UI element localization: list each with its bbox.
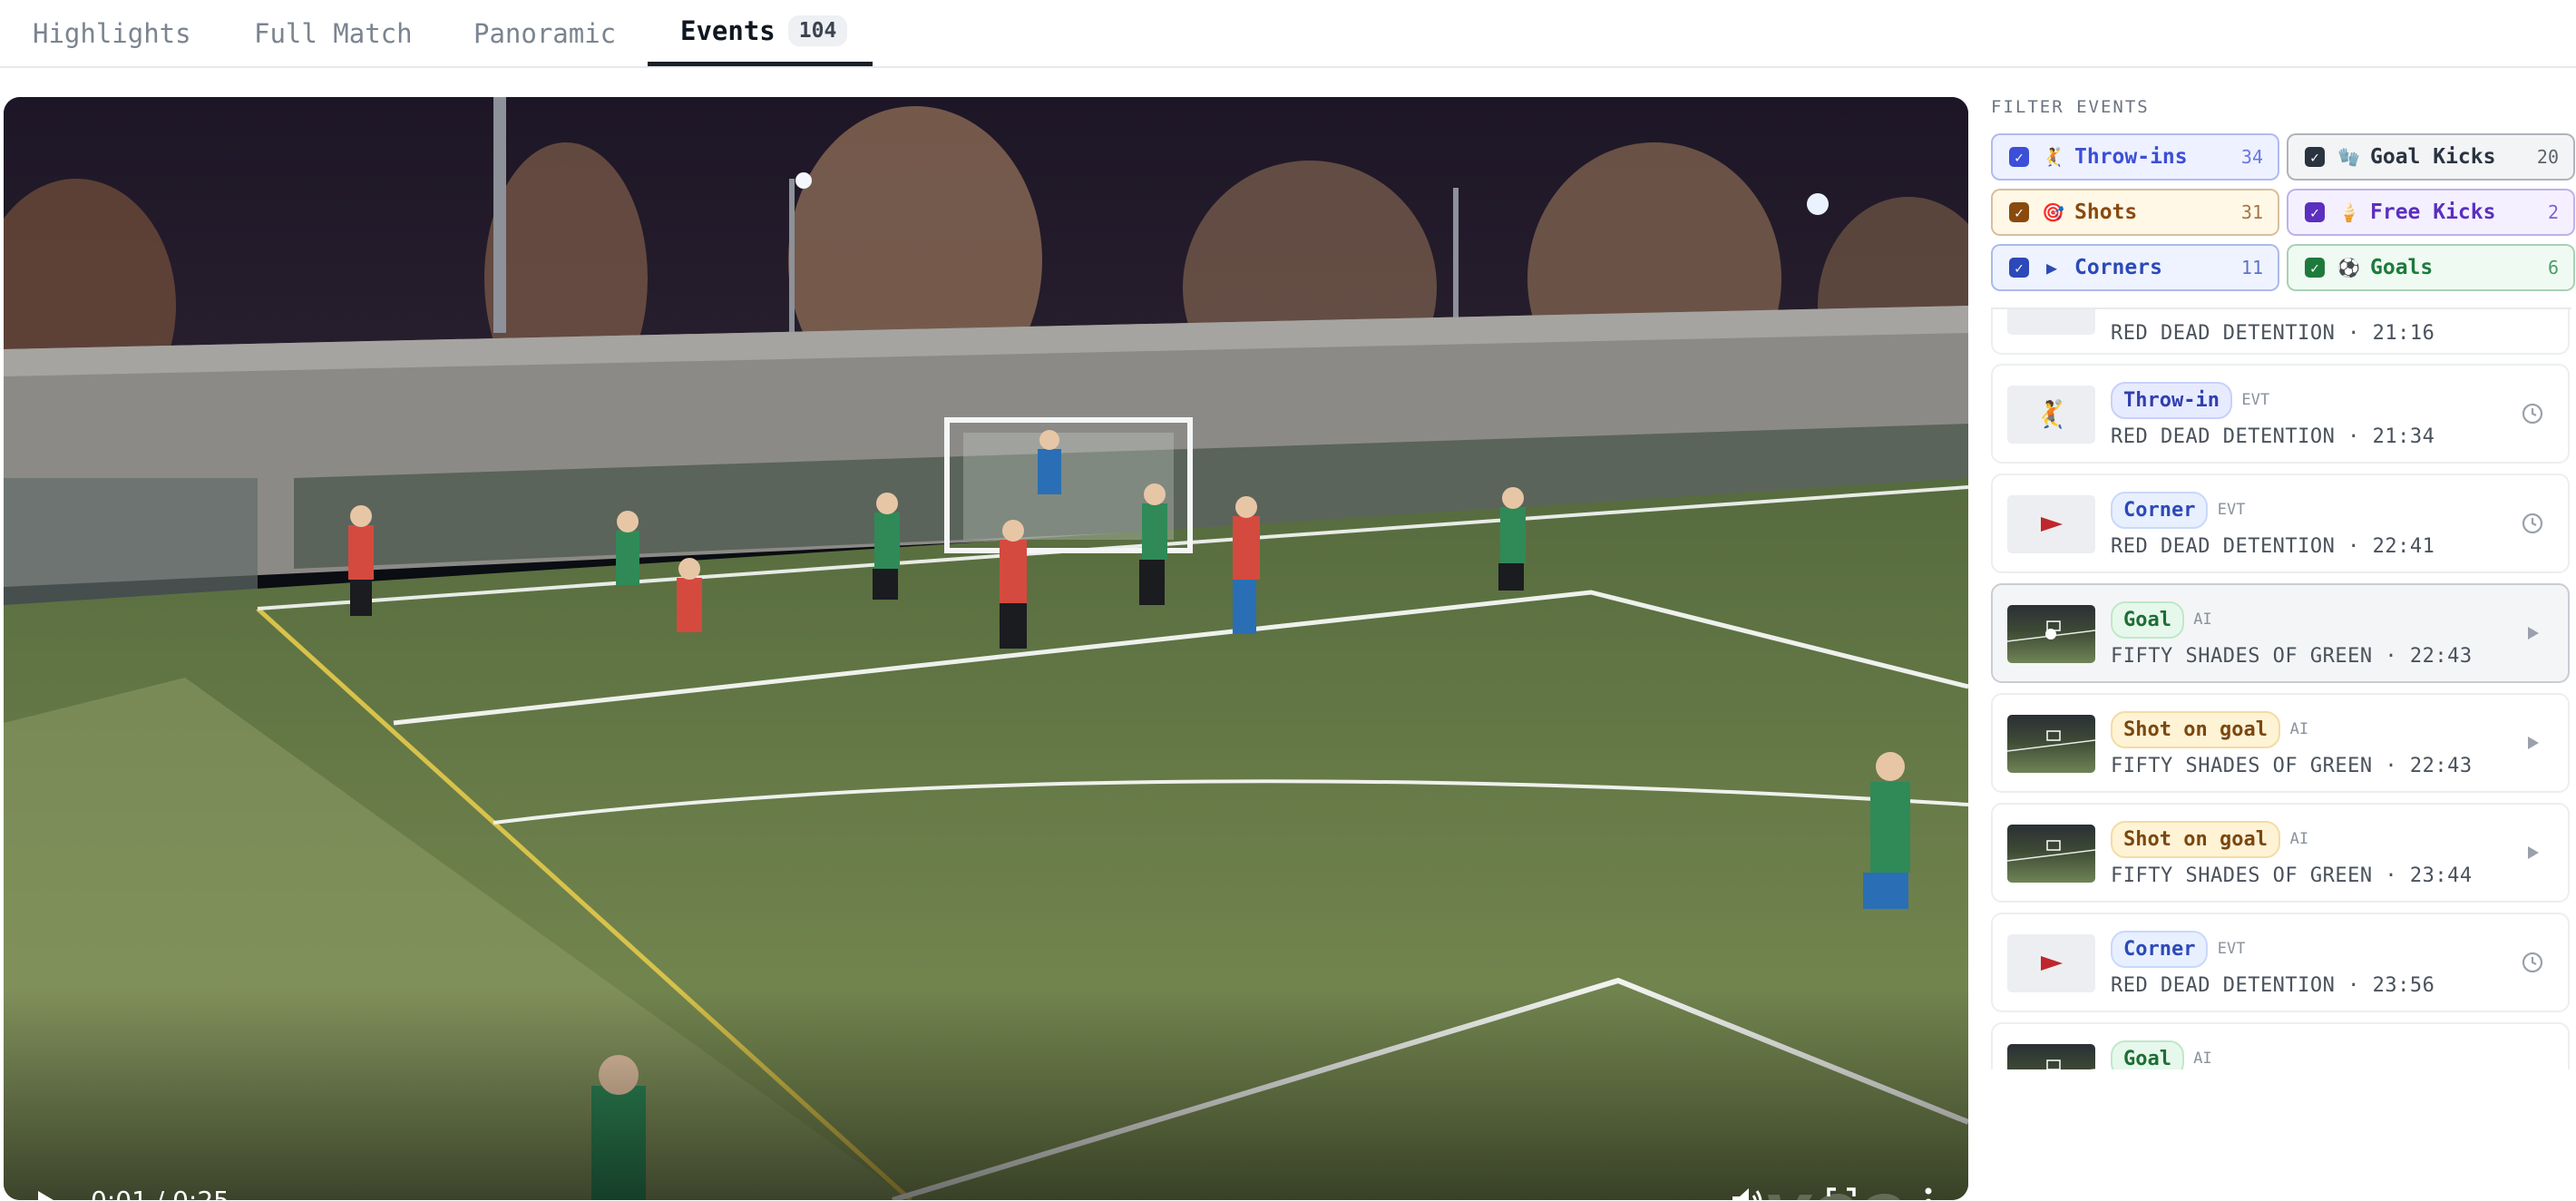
filter-chip-label: Corners [2074,256,2162,279]
tab-bar: Highlights Full Match Panoramic Events 1… [0,0,2576,68]
match-video-frame [4,97,1968,1200]
tab-label: Panoramic [473,17,617,49]
play-icon[interactable] [2521,731,2544,755]
filter-chip-shots[interactable]: ✓ 🎯 Shots 31 [1991,189,2279,236]
filter-chip-goals[interactable]: ✓ ⚽ Goals 6 [2287,244,2575,291]
event-source-tag: EVT [2217,940,2246,958]
event-card[interactable]: Shot on goal AI FIFTY SHADES OF GREEN · 22… [1991,693,2570,793]
clock-icon[interactable] [2521,402,2544,425]
filter-chip-free-kicks[interactable]: ✓ 🍦 Free Kicks 2 [2287,189,2575,236]
tab-events[interactable]: Events 104 [648,0,873,66]
event-card[interactable]: Shot on goal AI FIFTY SHADES OF GREEN · 23… [1991,803,2570,903]
video-time: 0:01 / 0:25 [91,1186,229,1200]
filter-chip-label: Throw-ins [2074,145,2188,169]
event-team-time: FIFTY SHADES OF GREEN · 22:43 [2111,645,2473,668]
video-thumbnail [2007,605,2095,663]
event-card[interactable]: Goal AI FIFTY SHADES OF GREEN · 22:43 [1991,583,2570,683]
checkbox-checked-icon[interactable]: ✓ [2009,147,2029,167]
volume-icon[interactable] [1729,1184,1765,1200]
checkbox-checked-icon[interactable]: ✓ [2305,202,2325,222]
event-type-badge: Shot on goal [2111,821,2280,858]
tab-label: Highlights [33,17,191,49]
fullscreen-icon[interactable] [1823,1184,1859,1200]
filter-chip-throw-ins[interactable]: ✓ 🤾 Throw-ins 34 [1991,133,2279,181]
event-source-tag: AI [2193,1050,2212,1068]
tab-full-match[interactable]: Full Match [221,0,445,66]
filter-chip-count: 31 [2240,201,2263,223]
corner-flag-icon: ▶ [2045,257,2058,278]
clock-icon[interactable] [2521,512,2544,535]
play-icon[interactable] [2521,621,2544,645]
video-thumbnail [2007,715,2095,773]
event-type-badge: Goal [2111,601,2184,639]
event-card[interactable]: 🤾 Throw-in EVT RED DEAD DETENTION · 21:34 [1991,364,2570,464]
event-card[interactable]: Corner EVT RED DEAD DETENTION · 23:56 [1991,913,2570,1012]
event-type-badge: Corner [2111,931,2209,968]
event-team-time: RED DEAD DETENTION · 21:16 [2111,322,2435,345]
play-icon[interactable] [2521,841,2544,864]
tab-label: Events [680,15,776,46]
events-count-badge: 104 [787,15,848,46]
event-type-badge: Throw-in [2111,382,2232,419]
filter-chip-goal-kicks[interactable]: ✓ 🧤 Goal Kicks 20 [2287,133,2575,181]
throw-in-icon: 🤾 [2042,146,2064,168]
video-player[interactable]: veo 0:01 / 0:25 [4,97,1968,1200]
video-thumbnail [2007,825,2095,883]
event-type-badge: Goal [2111,1040,2184,1069]
tab-highlights[interactable]: Highlights [0,0,224,66]
event-team-time: RED DEAD DETENTION · 22:41 [2111,535,2435,558]
event-type-badge: Corner [2111,492,2209,529]
corner-flag-icon [2007,934,2095,992]
event-team-time: RED DEAD DETENTION · 21:34 [2111,425,2435,448]
filter-chip-label: Free Kicks [2370,200,2496,224]
event-team-time: FIFTY SHADES OF GREEN · 23:44 [2111,864,2473,887]
tab-panoramic[interactable]: Panoramic [441,0,649,66]
shot-icon: 🎯 [2042,201,2064,223]
event-card[interactable]: Corner EVT RED DEAD DETENTION · 22:41 [1991,474,2570,573]
filter-events-title: FILTER EVENTS [1991,97,2150,117]
event-source-tag: AI [2193,610,2212,629]
filter-chip-count: 2 [2547,201,2559,223]
event-card[interactable]: RED DEAD DETENTION · 21:16 [1991,309,2570,355]
corner-flag-icon [2007,495,2095,553]
filter-chip-label: Goal Kicks [2370,145,2496,169]
event-team-time: RED DEAD DETENTION · 23:56 [2111,974,2435,997]
filter-chip-count: 34 [2240,146,2263,168]
checkbox-checked-icon[interactable]: ✓ [2305,147,2325,167]
event-source-tag: AI [2289,720,2309,738]
clock-icon[interactable] [2521,951,2544,974]
play-icon[interactable] [38,1191,58,1200]
filter-chip-count: 11 [2240,257,2263,278]
event-team-time: FIFTY SHADES OF GREEN · 22:43 [2111,755,2473,777]
more-options-icon[interactable] [1910,1184,1947,1200]
event-card[interactable]: Goal AI [1991,1022,2570,1069]
filter-chip-label: Shots [2074,200,2138,224]
event-source-tag: EVT [2241,391,2270,409]
filter-chip-label: Goals [2370,256,2434,279]
event-thumbnail [2007,309,2095,335]
filter-chip-count: 20 [2536,146,2559,168]
filter-chip-count: 6 [2547,257,2559,278]
checkbox-checked-icon[interactable]: ✓ [2009,258,2029,278]
checkbox-checked-icon[interactable]: ✓ [2305,258,2325,278]
events-panel: FILTER EVENTS ✓ 🤾 Throw-ins 34 ✓ 🧤 Goal Kicks 2… [1991,97,2576,1095]
event-source-tag: EVT [2217,501,2246,519]
goal-kick-icon: 🧤 [2337,146,2360,168]
free-kick-icon: 🍦 [2337,201,2360,223]
event-list[interactable]: RED DEAD DETENTION · 21:16 🤾 Throw-in EVT RE… [1991,308,2571,1069]
tab-label: Full Match [254,17,413,49]
event-source-tag: AI [2289,830,2309,848]
event-type-badge: Shot on goal [2111,711,2280,748]
ball-icon: ⚽ [2337,257,2360,278]
checkbox-checked-icon[interactable]: ✓ [2009,202,2029,222]
filter-chip-corners[interactable]: ✓ ▶ Corners 11 [1991,244,2279,291]
throw-in-icon: 🤾 [2007,386,2095,444]
video-thumbnail [2007,1044,2095,1069]
